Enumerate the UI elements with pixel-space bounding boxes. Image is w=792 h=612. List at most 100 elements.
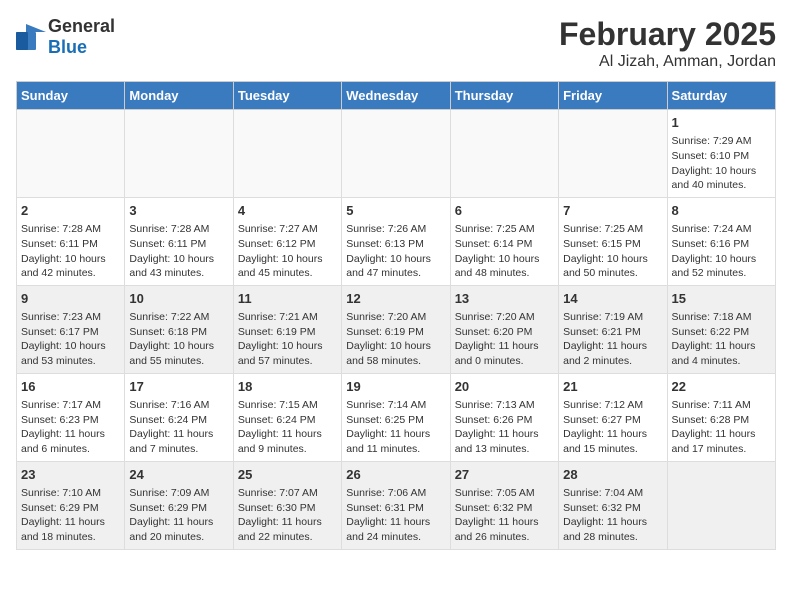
title-block: February 2025 Al Jizah, Amman, Jordan	[559, 16, 776, 71]
calendar-header-row: SundayMondayTuesdayWednesdayThursdayFrid…	[17, 82, 776, 110]
column-header-monday: Monday	[125, 82, 233, 110]
column-header-thursday: Thursday	[450, 82, 558, 110]
day-number: 11	[238, 290, 337, 308]
calendar-cell: 5 Sunrise: 7:26 AM Sunset: 6:13 PM Daylig…	[342, 197, 450, 285]
day-number: 16	[21, 378, 120, 396]
calendar-cell	[450, 110, 558, 198]
day-number: 21	[563, 378, 662, 396]
month-title: February 2025	[559, 16, 776, 53]
calendar-week-row: 1Sunrise: 7:29 AM Sunset: 6:10 PM Daylig…	[17, 110, 776, 198]
day-info: Sunrise: 7:17 AM Sunset: 6:23 PM Dayligh…	[21, 399, 105, 455]
column-header-tuesday: Tuesday	[233, 82, 341, 110]
day-number: 6	[455, 202, 554, 220]
day-info: Sunrise: 7:16 AM Sunset: 6:24 PM Dayligh…	[129, 399, 213, 455]
calendar-cell: 17 Sunrise: 7:16 AM Sunset: 6:24 PM Dayli…	[125, 373, 233, 461]
calendar-cell: 12 Sunrise: 7:20 AM Sunset: 6:19 PM Dayli…	[342, 285, 450, 373]
calendar-cell: 2Sunrise: 7:28 AM Sunset: 6:11 PM Daylig…	[17, 197, 125, 285]
day-info: Sunrise: 7:15 AM Sunset: 6:24 PM Dayligh…	[238, 399, 322, 455]
day-info: Sunrise: 7:05 AM Sunset: 6:32 PM Dayligh…	[455, 487, 539, 543]
day-info: Sunrise: 7:13 AM Sunset: 6:26 PM Dayligh…	[455, 399, 539, 455]
calendar-cell: 23 Sunrise: 7:10 AM Sunset: 6:29 PM Dayli…	[17, 461, 125, 549]
calendar-cell: 3 Sunrise: 7:28 AM Sunset: 6:11 PM Daylig…	[125, 197, 233, 285]
calendar-cell: 10 Sunrise: 7:22 AM Sunset: 6:18 PM Dayli…	[125, 285, 233, 373]
day-info: Sunrise: 7:27 AM Sunset: 6:12 PM Dayligh…	[238, 223, 323, 279]
calendar-cell: 28 Sunrise: 7:04 AM Sunset: 6:32 PM Dayli…	[559, 461, 667, 549]
calendar-cell: 8 Sunrise: 7:24 AM Sunset: 6:16 PM Daylig…	[667, 197, 775, 285]
day-number: 9	[21, 290, 120, 308]
day-number: 5	[346, 202, 445, 220]
column-header-sunday: Sunday	[17, 82, 125, 110]
day-number: 3	[129, 202, 228, 220]
calendar-cell: 9 Sunrise: 7:23 AM Sunset: 6:17 PM Daylig…	[17, 285, 125, 373]
day-number: 20	[455, 378, 554, 396]
header: General Blue February 2025 Al Jizah, Amm…	[16, 16, 776, 71]
calendar-cell: 20 Sunrise: 7:13 AM Sunset: 6:26 PM Dayli…	[450, 373, 558, 461]
logo-blue-text: Blue	[48, 37, 87, 57]
day-info: Sunrise: 7:20 AM Sunset: 6:19 PM Dayligh…	[346, 311, 431, 367]
column-header-friday: Friday	[559, 82, 667, 110]
calendar-week-row: 23 Sunrise: 7:10 AM Sunset: 6:29 PM Dayli…	[17, 461, 776, 549]
day-number: 22	[672, 378, 771, 396]
day-number: 14	[563, 290, 662, 308]
day-number: 27	[455, 466, 554, 484]
day-number: 10	[129, 290, 228, 308]
calendar-cell: 4 Sunrise: 7:27 AM Sunset: 6:12 PM Daylig…	[233, 197, 341, 285]
calendar-cell	[17, 110, 125, 198]
calendar-cell: 21 Sunrise: 7:12 AM Sunset: 6:27 PM Dayli…	[559, 373, 667, 461]
day-info: Sunrise: 7:18 AM Sunset: 6:22 PM Dayligh…	[672, 311, 756, 367]
day-number: 19	[346, 378, 445, 396]
day-info: Sunrise: 7:12 AM Sunset: 6:27 PM Dayligh…	[563, 399, 647, 455]
calendar-week-row: 9 Sunrise: 7:23 AM Sunset: 6:17 PM Daylig…	[17, 285, 776, 373]
calendar-cell: 15 Sunrise: 7:18 AM Sunset: 6:22 PM Dayli…	[667, 285, 775, 373]
calendar-cell: 14 Sunrise: 7:19 AM Sunset: 6:21 PM Dayli…	[559, 285, 667, 373]
day-number: 4	[238, 202, 337, 220]
day-number: 28	[563, 466, 662, 484]
day-number: 18	[238, 378, 337, 396]
day-info: Sunrise: 7:07 AM Sunset: 6:30 PM Dayligh…	[238, 487, 322, 543]
day-number: 24	[129, 466, 228, 484]
day-info: Sunrise: 7:25 AM Sunset: 6:15 PM Dayligh…	[563, 223, 648, 279]
column-header-wednesday: Wednesday	[342, 82, 450, 110]
day-number: 15	[672, 290, 771, 308]
day-info: Sunrise: 7:26 AM Sunset: 6:13 PM Dayligh…	[346, 223, 431, 279]
day-info: Sunrise: 7:10 AM Sunset: 6:29 PM Dayligh…	[21, 487, 105, 543]
calendar-cell: 22Sunrise: 7:11 AM Sunset: 6:28 PM Dayli…	[667, 373, 775, 461]
day-number: 26	[346, 466, 445, 484]
day-number: 7	[563, 202, 662, 220]
calendar-cell: 24 Sunrise: 7:09 AM Sunset: 6:29 PM Dayli…	[125, 461, 233, 549]
column-header-saturday: Saturday	[667, 82, 775, 110]
calendar-cell: 25 Sunrise: 7:07 AM Sunset: 6:30 PM Dayli…	[233, 461, 341, 549]
day-info: Sunrise: 7:09 AM Sunset: 6:29 PM Dayligh…	[129, 487, 213, 543]
day-info: Sunrise: 7:22 AM Sunset: 6:18 PM Dayligh…	[129, 311, 214, 367]
day-number: 8	[672, 202, 771, 220]
day-info: Sunrise: 7:04 AM Sunset: 6:32 PM Dayligh…	[563, 487, 647, 543]
day-info: Sunrise: 7:20 AM Sunset: 6:20 PM Dayligh…	[455, 311, 539, 367]
day-number: 12	[346, 290, 445, 308]
calendar-cell: 13 Sunrise: 7:20 AM Sunset: 6:20 PM Dayli…	[450, 285, 558, 373]
calendar: SundayMondayTuesdayWednesdayThursdayFrid…	[16, 81, 776, 550]
calendar-cell	[233, 110, 341, 198]
calendar-cell	[667, 461, 775, 549]
day-number: 13	[455, 290, 554, 308]
day-number: 17	[129, 378, 228, 396]
day-number: 2	[21, 202, 120, 220]
calendar-cell	[342, 110, 450, 198]
day-info: Sunrise: 7:23 AM Sunset: 6:17 PM Dayligh…	[21, 311, 106, 367]
day-info: Sunrise: 7:14 AM Sunset: 6:25 PM Dayligh…	[346, 399, 430, 455]
calendar-cell	[559, 110, 667, 198]
calendar-cell: 11 Sunrise: 7:21 AM Sunset: 6:19 PM Dayli…	[233, 285, 341, 373]
day-info: Sunrise: 7:06 AM Sunset: 6:31 PM Dayligh…	[346, 487, 430, 543]
logo: General Blue	[16, 16, 115, 58]
calendar-cell: 16 Sunrise: 7:17 AM Sunset: 6:23 PM Dayli…	[17, 373, 125, 461]
day-number: 25	[238, 466, 337, 484]
day-info: Sunrise: 7:24 AM Sunset: 6:16 PM Dayligh…	[672, 223, 757, 279]
calendar-week-row: 16 Sunrise: 7:17 AM Sunset: 6:23 PM Dayli…	[17, 373, 776, 461]
calendar-cell: 6Sunrise: 7:25 AM Sunset: 6:14 PM Daylig…	[450, 197, 558, 285]
day-info: Sunrise: 7:28 AM Sunset: 6:11 PM Dayligh…	[129, 223, 214, 279]
calendar-cell: 18 Sunrise: 7:15 AM Sunset: 6:24 PM Dayli…	[233, 373, 341, 461]
calendar-cell: 1Sunrise: 7:29 AM Sunset: 6:10 PM Daylig…	[667, 110, 775, 198]
day-info: Sunrise: 7:19 AM Sunset: 6:21 PM Dayligh…	[563, 311, 647, 367]
day-number: 23	[21, 466, 120, 484]
day-info: Sunrise: 7:21 AM Sunset: 6:19 PM Dayligh…	[238, 311, 323, 367]
calendar-cell: 7 Sunrise: 7:25 AM Sunset: 6:15 PM Daylig…	[559, 197, 667, 285]
